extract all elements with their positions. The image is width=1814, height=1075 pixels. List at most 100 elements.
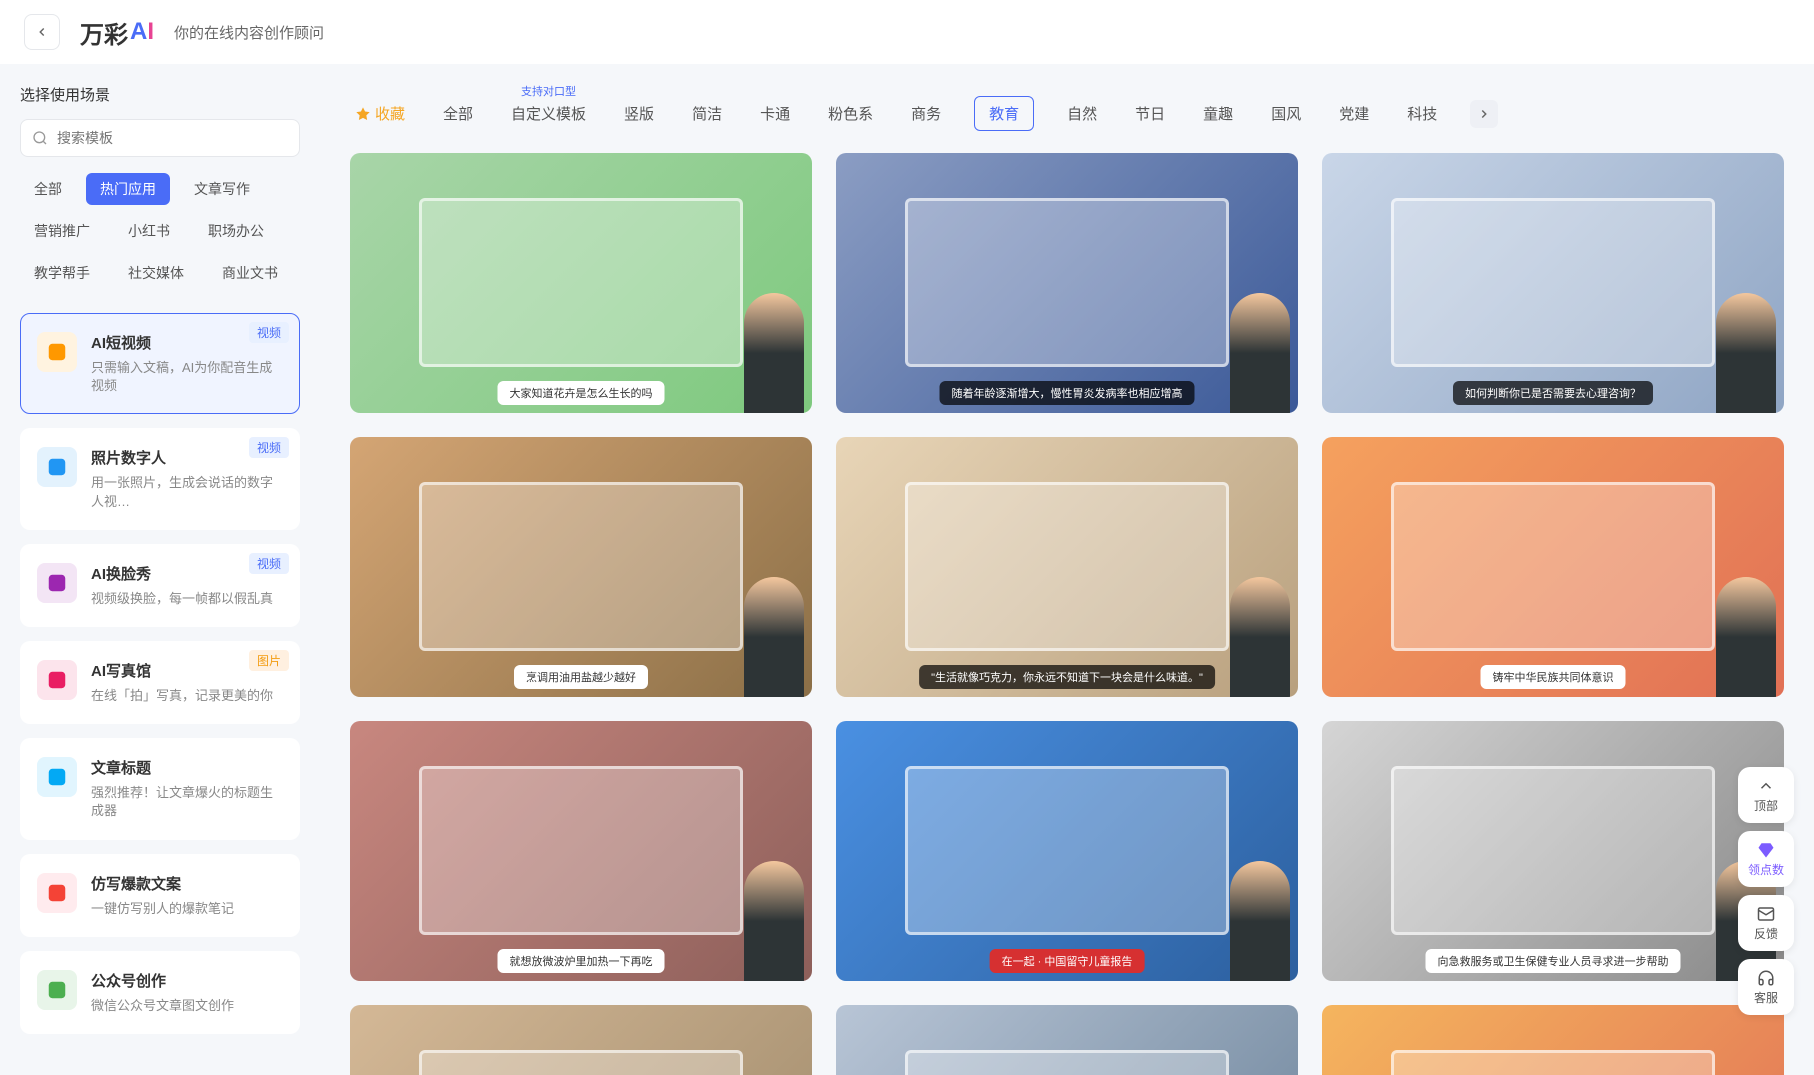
template-caption: "生活就像巧克力，你永远不知道下一块会是什么味道。" <box>919 665 1215 689</box>
feature-title: 文章标题 <box>91 757 283 778</box>
category-item-12[interactable]: 党建 <box>1334 94 1374 133</box>
template-body: 随着年龄逐渐增大，慢性胃炎发病率也相应增高 <box>836 153 1298 413</box>
category-fav-label: 收藏 <box>375 103 405 124</box>
template-body: 烹调用油用盐越少越好 <box>350 437 812 697</box>
float-top-label: 顶部 <box>1754 797 1778 814</box>
template-frame <box>419 1050 742 1075</box>
logo: 万彩 AI <box>80 15 154 50</box>
template-caption: 就想放微波炉里加热一下再吃 <box>498 949 665 973</box>
feature-card-4[interactable]: 文章标题 强烈推荐！让文章爆火的标题生成器 <box>20 738 300 839</box>
template-caption: 随着年龄逐渐增大，慢性胃炎发病率也相应增高 <box>940 381 1195 405</box>
template-card-1[interactable]: 随着年龄逐渐增大，慢性胃炎发病率也相应增高 <box>836 153 1298 413</box>
feature-icon <box>37 447 77 487</box>
template-card-2[interactable]: 如何判断你已是否需要去心理咨询？ <box>1322 153 1784 413</box>
category-item-11[interactable]: 国风 <box>1266 94 1306 133</box>
template-card-0[interactable]: 大家知道花卉是怎么生长的吗 <box>350 153 812 413</box>
feature-icon <box>37 873 77 913</box>
template-card-6[interactable]: 就想放微波炉里加热一下再吃 <box>350 721 812 981</box>
category-label: 党建 <box>1339 106 1369 123</box>
category-item-5[interactable]: 粉色系 <box>823 94 878 133</box>
template-frame <box>1391 766 1714 935</box>
category-item-8[interactable]: 自然 <box>1062 94 1102 133</box>
app-icon <box>46 456 68 478</box>
feature-list: AI短视频 只需输入文稿，AI为你配音生成视频 视频 照片数字人 用一张照片，生… <box>20 313 300 1034</box>
template-frame <box>1391 482 1714 651</box>
template-card-5[interactable]: 铸牢中华民族共同体意识 <box>1322 437 1784 697</box>
template-frame <box>1391 1050 1714 1075</box>
app-icon <box>46 979 68 1001</box>
tag-4[interactable]: 小红书 <box>114 215 184 247</box>
back-button[interactable] <box>24 14 60 50</box>
category-item-1[interactable]: 支持对口型自定义模板 <box>506 94 591 133</box>
template-body: "生活就像巧克力，你永远不知道下一块会是什么味道。" <box>836 437 1298 697</box>
tag-7[interactable]: 社交媒体 <box>114 257 198 289</box>
category-label: 节日 <box>1135 106 1165 123</box>
template-caption: 烹调用油用盐越少越好 <box>514 665 648 689</box>
app-icon <box>46 669 68 691</box>
feature-badge: 视频 <box>249 553 289 574</box>
category-item-4[interactable]: 卡通 <box>755 94 795 133</box>
float-service-button[interactable]: 客服 <box>1738 959 1794 1015</box>
tag-6[interactable]: 教学帮手 <box>20 257 104 289</box>
sidebar-title: 选择使用场景 <box>20 84 300 105</box>
feature-card-6[interactable]: 公众号创作 微信公众号文章图文创作 <box>20 951 300 1034</box>
template-frame <box>905 482 1228 651</box>
template-body: 大家知道花卉是怎么生长的吗 <box>350 153 812 413</box>
feature-badge: 视频 <box>249 437 289 458</box>
tag-2[interactable]: 文章写作 <box>180 173 264 205</box>
headset-icon <box>1757 969 1775 987</box>
template-card-7[interactable]: 在一起 · 中国留守儿童报告 <box>836 721 1298 981</box>
category-item-0[interactable]: 全部 <box>438 94 478 133</box>
template-card-9[interactable] <box>350 1005 812 1075</box>
template-frame <box>419 198 742 367</box>
search-box <box>20 119 300 157</box>
tag-1[interactable]: 热门应用 <box>86 173 170 205</box>
category-item-9[interactable]: 节日 <box>1130 94 1170 133</box>
feature-card-0[interactable]: AI短视频 只需输入文稿，AI为你配音生成视频 视频 <box>20 313 300 414</box>
template-caption: 向急救服务或卫生保健专业人员寻求进一步帮助 <box>1426 949 1681 973</box>
template-card-3[interactable]: 烹调用油用盐越少越好 <box>350 437 812 697</box>
avatar-figure <box>1716 577 1776 697</box>
template-card-11[interactable]: 疫情期间 <box>1322 1005 1784 1075</box>
gem-icon <box>1757 841 1775 859</box>
feature-desc: 微信公众号文章图文创作 <box>91 997 283 1015</box>
template-frame <box>419 766 742 935</box>
tag-3[interactable]: 营销推广 <box>20 215 104 247</box>
category-item-13[interactable]: 科技 <box>1402 94 1442 133</box>
category-favorites[interactable]: 收藏 <box>350 94 410 133</box>
template-card-4[interactable]: "生活就像巧克力，你永远不知道下一块会是什么味道。" <box>836 437 1298 697</box>
feature-card-3[interactable]: AI写真馆 在线「拍」写真，记录更美的你 图片 <box>20 641 300 724</box>
tag-group: 全部热门应用文章写作营销推广小红书职场办公教学帮手社交媒体商业文书 <box>20 173 300 289</box>
float-points-button[interactable]: 领点数 <box>1738 831 1794 887</box>
mail-icon <box>1757 905 1775 923</box>
template-frame <box>905 198 1228 367</box>
category-more-button[interactable] <box>1470 100 1498 128</box>
feature-text: 公众号创作 微信公众号文章图文创作 <box>91 970 283 1015</box>
float-feedback-button[interactable]: 反馈 <box>1738 895 1794 951</box>
category-label: 粉色系 <box>828 106 873 123</box>
feature-card-5[interactable]: 仿写爆款文案 一键仿写别人的爆款笔记 <box>20 854 300 937</box>
tag-0[interactable]: 全部 <box>20 173 76 205</box>
category-item-7[interactable]: 教育 <box>974 96 1034 131</box>
feature-card-2[interactable]: AI换脸秀 视频级换脸，每一帧都以假乱真 视频 <box>20 544 300 627</box>
template-caption: 铸牢中华民族共同体意识 <box>1481 665 1626 689</box>
search-input[interactable] <box>20 119 300 157</box>
category-item-6[interactable]: 商务 <box>906 94 946 133</box>
tag-8[interactable]: 商业文书 <box>208 257 292 289</box>
category-item-2[interactable]: 竖版 <box>619 94 659 133</box>
category-item-3[interactable]: 简洁 <box>687 94 727 133</box>
template-body <box>350 1005 812 1075</box>
template-card-10[interactable]: 台风天气该注意什么呢 <box>836 1005 1298 1075</box>
template-card-8[interactable]: 向急救服务或卫生保健专业人员寻求进一步帮助 <box>1322 721 1784 981</box>
feature-card-1[interactable]: 照片数字人 用一张照片，生成会说话的数字人视… 视频 <box>20 428 300 529</box>
float-top-button[interactable]: 顶部 <box>1738 767 1794 823</box>
template-body: 向急救服务或卫生保健专业人员寻求进一步帮助 <box>1322 721 1784 981</box>
feature-title: 仿写爆款文案 <box>91 873 283 894</box>
tag-5[interactable]: 职场办公 <box>194 215 278 247</box>
category-label: 国风 <box>1271 106 1301 123</box>
category-badge: 支持对口型 <box>521 84 576 99</box>
avatar-figure <box>1230 861 1290 981</box>
category-label: 童趣 <box>1203 106 1233 123</box>
category-item-10[interactable]: 童趣 <box>1198 94 1238 133</box>
feature-icon <box>37 970 77 1010</box>
